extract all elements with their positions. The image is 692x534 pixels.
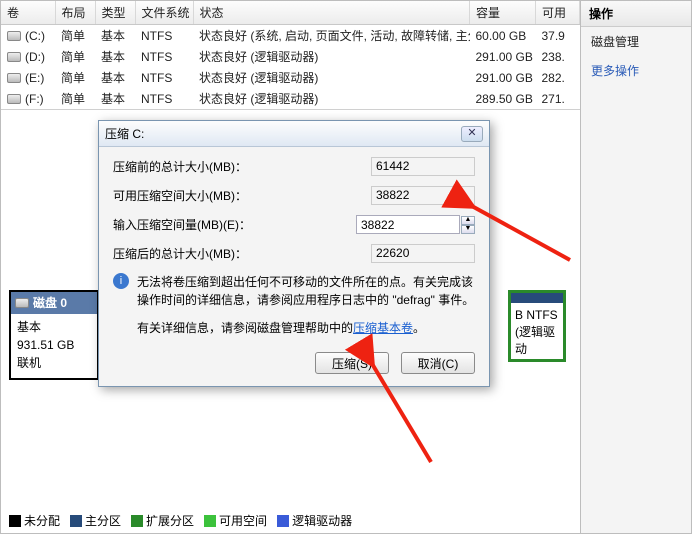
column-header[interactable]: 卷 bbox=[1, 1, 55, 25]
legend-item: 主分区 bbox=[70, 512, 121, 529]
legend-item: 可用空间 bbox=[204, 512, 267, 529]
info-icon: i bbox=[113, 273, 129, 289]
legend-swatch bbox=[9, 515, 21, 527]
chevron-down-icon[interactable]: ▼ bbox=[461, 225, 475, 234]
legend: 未分配主分区扩展分区可用空间逻辑驱动器 bbox=[9, 512, 352, 529]
dialog-titlebar[interactable]: 压缩 C: ✕ bbox=[99, 121, 489, 147]
volume-icon bbox=[7, 52, 21, 62]
shrink-dialog: 压缩 C: ✕ 压缩前的总计大小(MB)： 61442 可用压缩空间大小(MB)… bbox=[98, 120, 490, 387]
volume-table: 卷布局类型文件系统状态容量可用 (C:)简单基本NTFS状态良好 (系统, 启动… bbox=[1, 1, 580, 109]
help-link[interactable]: 压缩基本卷 bbox=[353, 321, 413, 335]
dialog-title: 压缩 C: bbox=[105, 125, 461, 142]
legend-item: 未分配 bbox=[9, 512, 60, 529]
after-size-label: 压缩后的总计大小(MB)： bbox=[113, 245, 371, 262]
table-row[interactable]: (E:)简单基本NTFS状态良好 (逻辑驱动器)291.00 GB282. bbox=[1, 67, 580, 88]
chevron-up-icon[interactable]: ▲ bbox=[461, 216, 475, 225]
cancel-button[interactable]: 取消(C) bbox=[401, 352, 475, 374]
volume-icon bbox=[7, 94, 21, 104]
avail-shrink-value: 38822 bbox=[371, 186, 475, 205]
legend-item: 扩展分区 bbox=[131, 512, 194, 529]
disk-icon bbox=[15, 298, 29, 308]
partition-block[interactable]: B NTFS (逻辑驱动 bbox=[508, 290, 566, 362]
legend-swatch bbox=[277, 515, 289, 527]
close-icon[interactable]: ✕ bbox=[461, 126, 483, 142]
shrink-amount-label: 输入压缩空间量(MB)(E)： bbox=[113, 216, 356, 233]
before-size-label: 压缩前的总计大小(MB)： bbox=[113, 158, 371, 175]
legend-swatch bbox=[131, 515, 143, 527]
more-actions[interactable]: 更多操作 bbox=[581, 56, 691, 85]
actions-group: 磁盘管理 bbox=[581, 27, 691, 56]
shrink-button[interactable]: 压缩(S) bbox=[315, 352, 389, 374]
after-size-value: 22620 bbox=[371, 244, 475, 263]
moreinfo-text: 有关详细信息，请参阅磁盘管理帮助中的压缩基本卷。 bbox=[137, 319, 425, 336]
table-row[interactable]: (D:)简单基本NTFS状态良好 (逻辑驱动器)291.00 GB238. bbox=[1, 46, 580, 67]
column-header[interactable]: 状态 bbox=[193, 1, 470, 25]
avail-shrink-label: 可用压缩空间大小(MB)： bbox=[113, 187, 371, 204]
legend-item: 逻辑驱动器 bbox=[277, 512, 352, 529]
volume-icon bbox=[7, 73, 21, 83]
column-header[interactable]: 容量 bbox=[470, 1, 536, 25]
column-header[interactable]: 布局 bbox=[55, 1, 95, 25]
info-text: 无法将卷压缩到超出任何不可移动的文件所在的点。有关完成该操作时间的详细信息，请参… bbox=[137, 273, 475, 309]
before-size-value: 61442 bbox=[371, 157, 475, 176]
actions-header: 操作 bbox=[581, 1, 691, 27]
legend-swatch bbox=[70, 515, 82, 527]
legend-swatch bbox=[204, 515, 216, 527]
shrink-amount-input[interactable] bbox=[356, 215, 460, 234]
disk-summary: 磁盘 0 基本 931.51 GB 联机 bbox=[9, 290, 99, 380]
volume-icon bbox=[7, 31, 21, 41]
column-header[interactable]: 可用 bbox=[536, 1, 580, 25]
quantity-stepper[interactable]: ▲▼ bbox=[461, 216, 475, 234]
table-row[interactable]: (C:)简单基本NTFS状态良好 (系统, 启动, 页面文件, 活动, 故障转储… bbox=[1, 25, 580, 47]
column-header[interactable]: 类型 bbox=[95, 1, 135, 25]
column-header[interactable]: 文件系统 bbox=[135, 1, 193, 25]
table-row[interactable]: (F:)简单基本NTFS状态良好 (逻辑驱动器)289.50 GB271. bbox=[1, 88, 580, 109]
